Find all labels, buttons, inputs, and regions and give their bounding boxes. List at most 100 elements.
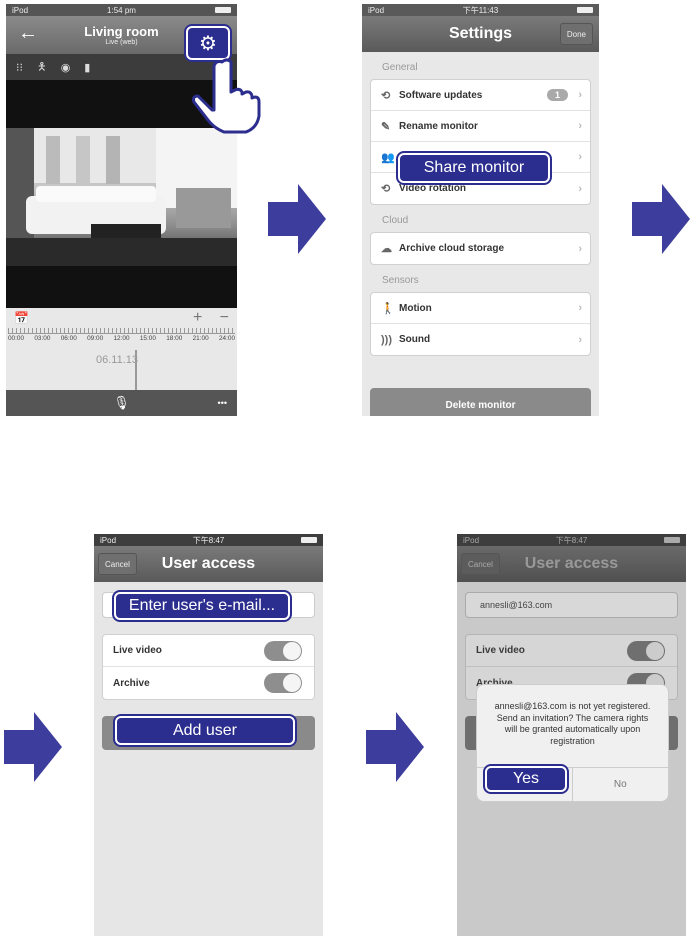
- no-button[interactable]: No: [573, 768, 669, 801]
- email-input-callout[interactable]: Enter user's e-mail...: [114, 592, 290, 620]
- zoom-out-button[interactable]: −: [220, 309, 229, 326]
- settings-group-general: ⟲ Software updates 1 › ✎ Rename monitor …: [370, 79, 591, 205]
- status-bar: iPod 下午11:43: [362, 4, 599, 16]
- row-label: Rename monitor: [399, 120, 478, 132]
- refresh-icon: ⟲: [381, 89, 391, 102]
- live-video-toggle[interactable]: [264, 640, 302, 661]
- chevron-right-icon: ›: [578, 242, 582, 255]
- row-motion[interactable]: 🚶 Motion ›: [371, 293, 590, 324]
- battery-icon: [664, 537, 680, 543]
- row-label: Live video: [476, 645, 525, 656]
- row-archive-cloud-storage[interactable]: ☁ Archive cloud storage ›: [371, 233, 590, 264]
- live-video-toggle[interactable]: [627, 640, 665, 661]
- timeline-tick-label: 21:00: [192, 335, 209, 342]
- carrier-label: iPod: [368, 5, 385, 15]
- battery-icon: [301, 537, 317, 543]
- timeline-tick-label: 24:00: [219, 335, 235, 342]
- row-rename-monitor[interactable]: ✎ Rename monitor ›: [371, 111, 590, 142]
- row-software-updates[interactable]: ⟲ Software updates 1 ›: [371, 80, 590, 111]
- more-button[interactable]: •••: [218, 398, 227, 408]
- carrier-label: iPod: [12, 5, 29, 15]
- row-live-video[interactable]: Live video: [466, 635, 677, 667]
- pointing-hand-icon: [192, 58, 261, 134]
- navbar: Cancel User access: [94, 546, 323, 582]
- battery-icon: [214, 7, 231, 13]
- rotate-icon: ⟲: [381, 183, 391, 195]
- page-title: Settings: [448, 25, 513, 42]
- timeline-tick-label: 15:00: [139, 335, 156, 342]
- status-bar: iPod 下午8:47: [457, 534, 686, 546]
- flow-arrow-1: [268, 184, 326, 254]
- section-header-general: General: [382, 62, 418, 73]
- timeline-tick-label: 00:00: [8, 335, 24, 342]
- walking-person-icon: 🚶: [381, 302, 395, 315]
- living-room-picture: [6, 128, 237, 266]
- chevron-right-icon: ›: [578, 89, 582, 101]
- add-user-button[interactable]: Add user: [115, 716, 295, 745]
- playhead[interactable]: [135, 350, 137, 390]
- status-bar: iPod 1:54 pm: [6, 4, 237, 16]
- clock: 1:54 pm: [107, 5, 136, 15]
- timeline-tick-label: 03:00: [34, 335, 51, 342]
- cancel-button[interactable]: Cancel: [461, 553, 500, 575]
- clock: 下午8:47: [192, 535, 225, 545]
- carrier-label: iPod: [100, 535, 117, 545]
- row-label: Motion: [399, 302, 432, 314]
- signal-icon[interactable]: ⁝⁝: [16, 61, 23, 74]
- settings-gear-highlight[interactable]: ⚙: [186, 26, 230, 60]
- page-title: User access: [161, 555, 256, 572]
- cloud-icon: ☁: [381, 243, 392, 255]
- email-input[interactable]: annesli@163.com: [465, 592, 678, 618]
- row-label: Archive: [113, 677, 150, 689]
- navbar: Settings Done: [362, 16, 599, 52]
- chevron-right-icon: ›: [578, 182, 582, 195]
- plug-icon[interactable]: ▮: [84, 61, 90, 74]
- chevron-right-icon: ›: [578, 120, 582, 132]
- cancel-button[interactable]: Cancel: [98, 553, 137, 575]
- chevron-right-icon: ›: [578, 302, 582, 314]
- row-sound[interactable]: ))) Sound ›: [371, 324, 590, 355]
- zoom-in-button[interactable]: +: [193, 309, 202, 326]
- row-archive[interactable]: Archive: [103, 667, 314, 699]
- dark-area-bottom: [6, 266, 237, 308]
- chevron-right-icon: ›: [578, 333, 582, 346]
- flow-arrow-2: [632, 184, 690, 254]
- timeline-tick-label: 12:00: [113, 335, 130, 342]
- delete-monitor-button[interactable]: Delete monitor: [370, 388, 591, 416]
- yes-button[interactable]: Yes: [485, 766, 567, 792]
- row-label: Live video: [113, 645, 162, 656]
- sound-icon[interactable]: ◉: [61, 61, 71, 74]
- archive-toggle[interactable]: [264, 673, 302, 693]
- email-value: annesli@163.com: [480, 600, 553, 610]
- battery-icon: [576, 7, 593, 13]
- timeline-tick-label: 06:00: [60, 335, 77, 342]
- user-add-icon: 👥: [381, 151, 395, 164]
- clock: 下午11:43: [462, 5, 499, 15]
- section-header-cloud: Cloud: [382, 215, 409, 226]
- sound-wave-icon: ))): [381, 333, 392, 346]
- flow-arrow-4: [366, 712, 424, 782]
- section-header-sensors: Sensors: [382, 275, 419, 286]
- share-monitor-callout[interactable]: Share monitor: [398, 153, 550, 183]
- page-title: Living room: [84, 24, 159, 39]
- bottom-bar: 🎙 •••: [6, 390, 237, 416]
- navbar: Cancel User access: [457, 546, 686, 582]
- timeline-tick-label: 18:00: [166, 335, 183, 342]
- phone-screen-user-access-dialog: iPod 下午8:47 Cancel User access annesli@1…: [457, 534, 686, 936]
- camera-feed-image[interactable]: [6, 128, 237, 266]
- row-label: Sound: [399, 334, 431, 345]
- settings-group-sensors: 🚶 Motion › ))) Sound ›: [370, 292, 591, 356]
- row-live-video[interactable]: Live video: [103, 635, 314, 667]
- settings-group-cloud: ☁ Archive cloud storage ›: [370, 232, 591, 265]
- back-arrow-icon[interactable]: ←: [18, 22, 38, 45]
- done-button[interactable]: Done: [559, 23, 593, 45]
- timeline-tick-label: 09:00: [87, 335, 104, 342]
- access-options-group: Live video Archive: [102, 634, 315, 700]
- updates-badge: 1: [546, 89, 568, 101]
- motion-icon[interactable]: 🯅: [37, 58, 47, 77]
- chevron-right-icon: ›: [578, 151, 582, 163]
- calendar-icon[interactable]: 📅: [14, 311, 29, 325]
- timeline-tick-labels: 00:00 03:00 06:00 09:00 12:00 15:00 18:00 21:00…: [6, 334, 237, 343]
- carrier-label: iPod: [463, 535, 480, 545]
- microphone-icon[interactable]: 🎙: [113, 395, 130, 411]
